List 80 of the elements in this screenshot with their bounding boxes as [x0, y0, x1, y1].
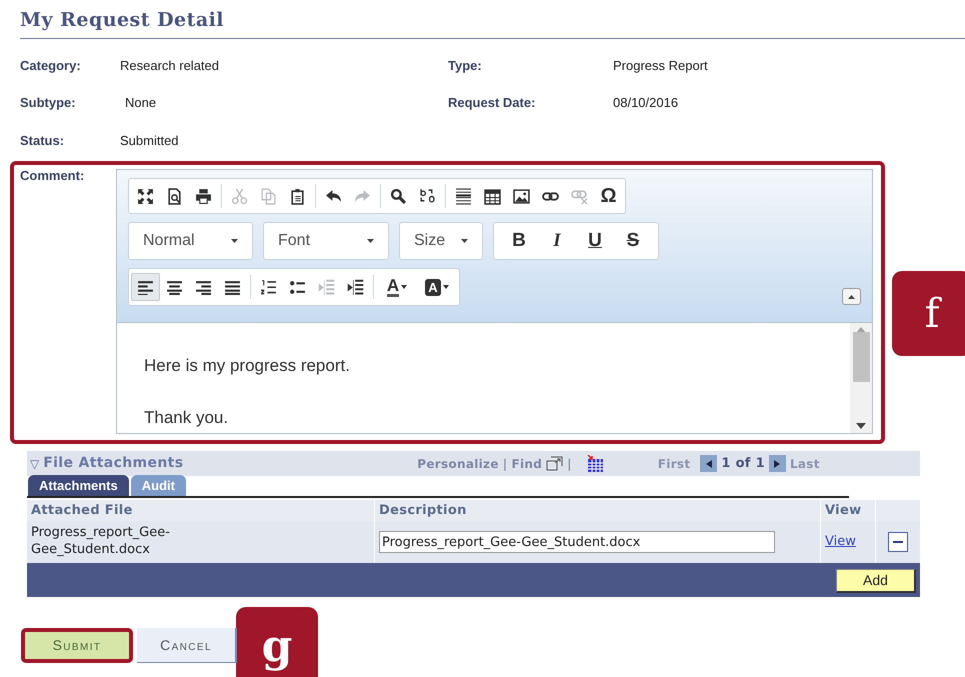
grid-download-icon[interactable] [586, 454, 604, 472]
form-button[interactable]: Cancel [137, 628, 237, 663]
bold-button[interactable]: B [504, 226, 534, 256]
field-label: Status: [20, 132, 66, 150]
zoom-icon[interactable] [546, 456, 564, 471]
column-header: Description [375, 500, 821, 521]
justify-icon [224, 278, 241, 296]
underline-button[interactable]: U [580, 226, 610, 256]
field-value: Submitted [120, 132, 180, 150]
add-button[interactable]: Add [836, 569, 916, 593]
print-icon [195, 188, 212, 204]
bulleted-list-icon [289, 278, 306, 296]
editor-paragraph: Thank you. [144, 406, 230, 428]
outdent-icon [318, 278, 335, 296]
image-icon [513, 188, 530, 204]
field-label: Type: [448, 56, 483, 75]
cut-icon [231, 188, 248, 204]
field-value: Research related [120, 56, 220, 74]
replace-icon [419, 188, 436, 204]
undo-icon [325, 188, 342, 204]
caret-icon [367, 239, 374, 243]
scroll-down-icon[interactable] [856, 422, 866, 429]
callout-badge: g [236, 607, 318, 677]
divider-text: | [502, 456, 508, 472]
maximize-icon [137, 188, 154, 204]
form-button[interactable]: Submit [21, 628, 133, 663]
copy-icon [260, 188, 277, 204]
text-color-button[interactable]: A [377, 273, 417, 301]
triangle-right-icon [774, 460, 780, 468]
align-right-icon [195, 278, 212, 296]
field-label: Comment: [20, 167, 84, 185]
caret-icon [442, 285, 449, 289]
caret-up-icon [848, 294, 855, 298]
previous-button[interactable] [700, 455, 718, 472]
table-icon [484, 188, 501, 204]
numbered-list-icon [260, 278, 277, 296]
format-dropdown[interactable]: Size [399, 222, 483, 260]
find-icon [390, 188, 407, 204]
redo-icon [354, 188, 371, 204]
field-label: Category: [20, 56, 82, 75]
format-dropdown[interactable]: Font [263, 222, 389, 260]
minus-icon [893, 541, 903, 543]
editor-paragraph: Here is my progress report. [144, 355, 351, 377]
caret-icon [401, 285, 408, 289]
next-button[interactable] [768, 455, 786, 472]
unlink-icon [571, 188, 588, 204]
special-character-button[interactable]: Ω [594, 182, 623, 210]
field-value: Progress Report [613, 56, 709, 75]
italic-button[interactable]: I [542, 226, 572, 256]
align-left-icon [137, 278, 154, 296]
callout-badge: f [892, 271, 965, 356]
indent-icon [347, 278, 364, 296]
paste-icon [289, 188, 306, 204]
section-title: File Attachments [43, 454, 184, 473]
bg-color-button[interactable]: A [417, 273, 457, 301]
column-header: View [821, 500, 876, 521]
delete-row-button[interactable] [888, 532, 908, 552]
page-indicator: 1 of 1 [721, 454, 765, 473]
triangle-left-icon [706, 460, 712, 468]
scrollbar-thumb[interactable] [852, 332, 870, 382]
field-label: Subtype: [20, 94, 77, 112]
page-title: My Request Detail [20, 9, 224, 31]
tab[interactable]: Attachments [28, 475, 129, 496]
preview-icon [166, 188, 183, 204]
field-value: 08/10/2016 [613, 94, 680, 112]
format-dropdown[interactable]: Normal [128, 222, 253, 260]
align-left-button[interactable] [131, 273, 160, 301]
table-cell: Progress_report_Gee-Gee_Student.docx [27, 521, 375, 563]
description-field[interactable]: Progress_report_Gee-Gee_Student.docx [379, 531, 775, 553]
strike-button[interactable]: S [618, 226, 648, 256]
field-label: Request Date: [448, 94, 536, 112]
align-center-icon [166, 278, 183, 296]
caret-icon [231, 239, 238, 243]
rule-icon [455, 188, 472, 204]
divider-text: | [567, 456, 572, 472]
view-link[interactable]: View [825, 532, 856, 552]
collapse-toolbar-button[interactable] [842, 288, 861, 305]
field-value: None [124, 94, 158, 112]
column-header: Attached File [27, 500, 375, 521]
caret-icon [461, 239, 468, 243]
